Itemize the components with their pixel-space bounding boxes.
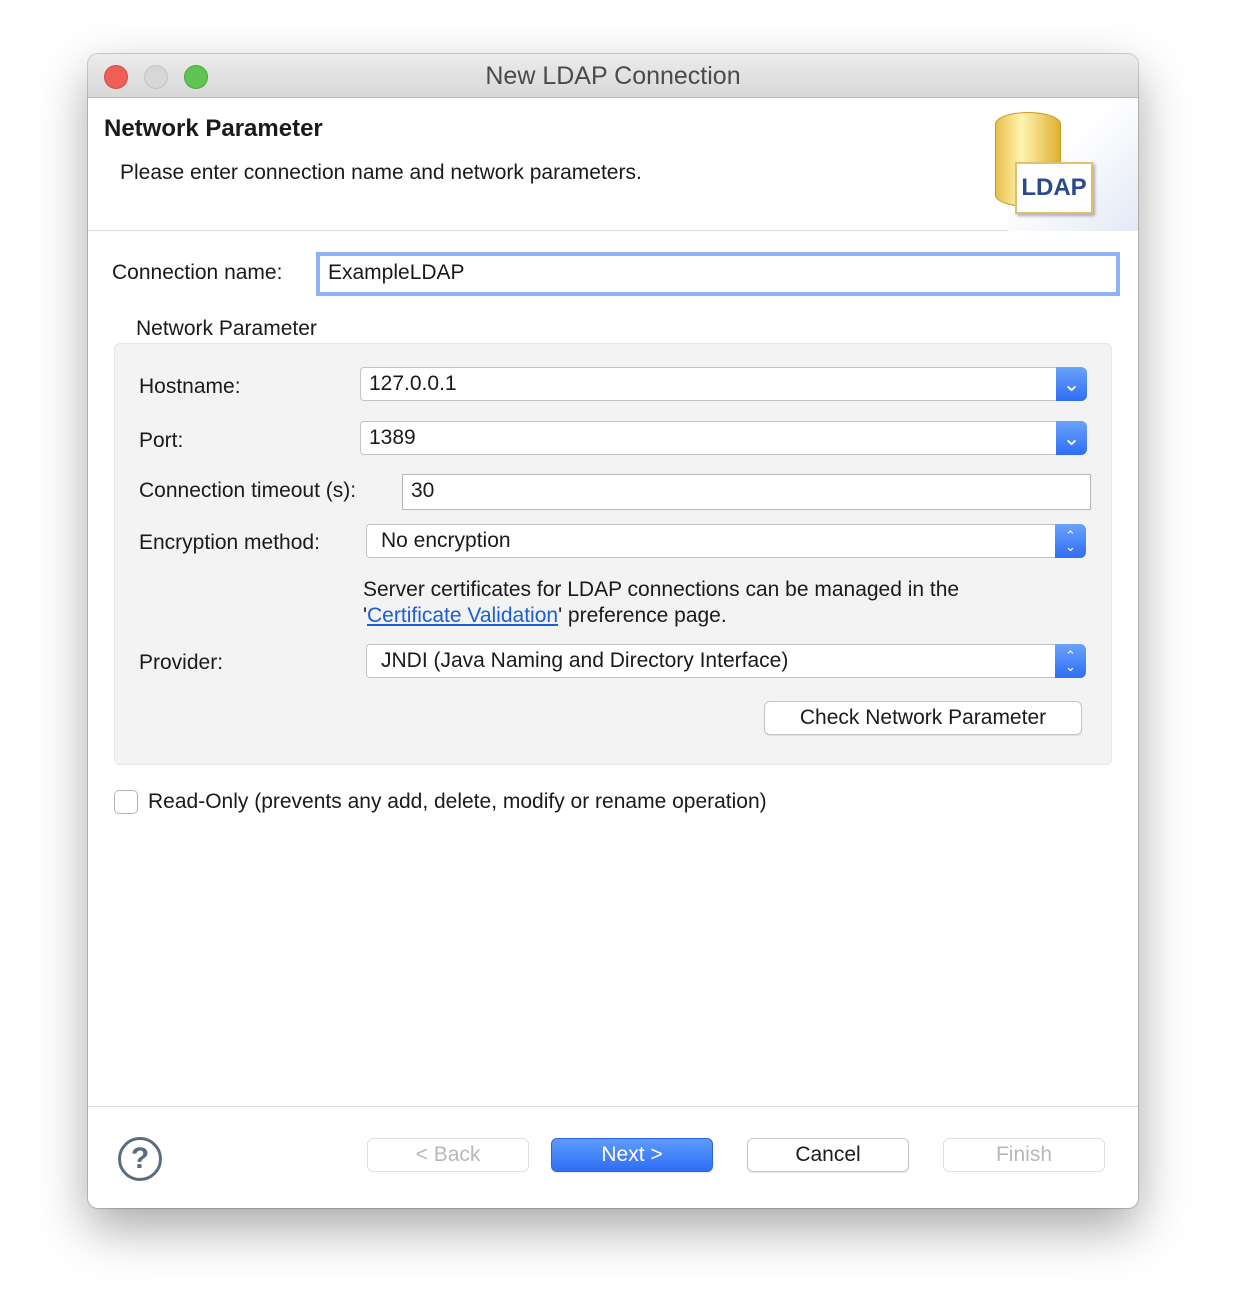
encryption-value: No encryption	[381, 529, 511, 552]
hostname-label: Hostname:	[139, 375, 241, 398]
ldap-logo-text: LDAP	[1015, 162, 1093, 214]
hostname-value: 127.0.0.1	[369, 372, 457, 395]
cert-note-text-2: ' preference page.	[558, 604, 727, 627]
chevron-down-icon[interactable]: ⌄	[1056, 421, 1087, 455]
connection-name-input[interactable]: ExampleLDAP	[316, 252, 1120, 296]
dialog-window: New LDAP Connection Network Parameter Pl…	[88, 54, 1138, 1208]
cert-note-text: Server certificates for LDAP connections…	[363, 578, 960, 601]
help-icon[interactable]: ?	[118, 1137, 162, 1181]
port-value: 1389	[369, 426, 416, 449]
wizard-header: Network Parameter Please enter connectio…	[88, 98, 1138, 231]
back-button[interactable]: < Back	[367, 1138, 529, 1172]
encryption-select[interactable]: No encryption ⌃ ⌄	[366, 524, 1086, 558]
certificate-note: Server certificates for LDAP connections…	[363, 577, 959, 629]
certificate-validation-link[interactable]: Certificate Validation	[367, 604, 558, 627]
provider-value: JNDI (Java Naming and Directory Interfac…	[381, 649, 789, 672]
port-combo[interactable]: 1389 ⌄	[360, 421, 1087, 455]
finish-button[interactable]: Finish	[943, 1138, 1105, 1172]
check-network-parameter-button[interactable]: Check Network Parameter	[764, 701, 1082, 735]
connection-name-label: Connection name:	[112, 261, 283, 284]
timeout-label: Connection timeout (s):	[139, 479, 357, 502]
window-title: New LDAP Connection	[485, 62, 741, 90]
timeout-input[interactable]: 30	[402, 474, 1091, 510]
port-label: Port:	[139, 429, 184, 452]
footer-divider	[88, 1106, 1138, 1107]
page-description: Please enter connection name and network…	[120, 161, 642, 184]
network-group-label: Network Parameter	[136, 317, 317, 340]
read-only-label: Read-Only (prevents any add, delete, mod…	[148, 790, 767, 813]
provider-label: Provider:	[139, 651, 224, 674]
up-down-chevron-icon[interactable]: ⌃ ⌄	[1055, 524, 1086, 558]
read-only-checkbox[interactable]	[114, 790, 138, 814]
provider-select[interactable]: JNDI (Java Naming and Directory Interfac…	[366, 644, 1086, 678]
network-group: Hostname: 127.0.0.1 ⌄ Port: 1389 ⌄ Connect…	[114, 343, 1112, 765]
title-bar: New LDAP Connection	[88, 54, 1138, 98]
chevron-down-icon[interactable]: ⌄	[1056, 367, 1087, 401]
encryption-label: Encryption method:	[139, 531, 320, 554]
up-down-chevron-icon[interactable]: ⌃ ⌄	[1055, 644, 1086, 678]
cancel-button[interactable]: Cancel	[747, 1138, 909, 1172]
ldap-database-icon: LDAP	[995, 112, 1093, 214]
hostname-combo[interactable]: 127.0.0.1 ⌄	[360, 367, 1087, 401]
page-title: Network Parameter	[104, 115, 323, 142]
next-button[interactable]: Next >	[551, 1138, 713, 1172]
